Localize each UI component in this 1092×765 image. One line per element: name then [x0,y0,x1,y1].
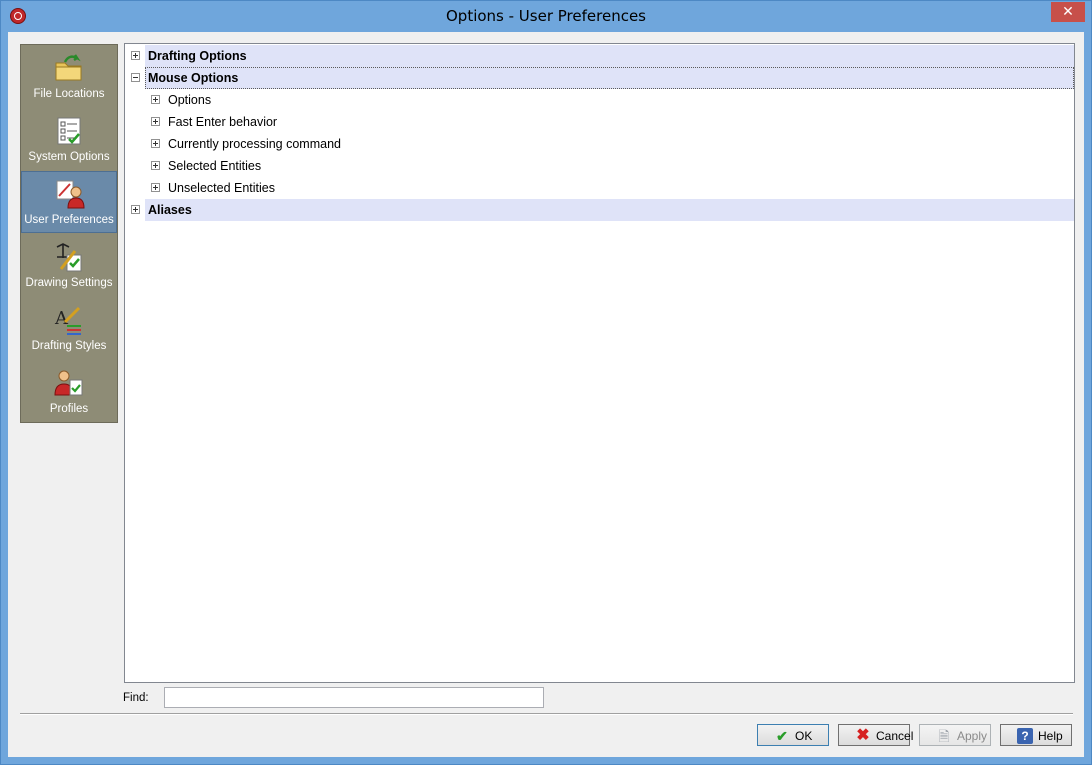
tree-node-label: Drafting Options [148,49,247,63]
folder-arrow-icon [55,54,82,81]
expand-plus-icon[interactable] [151,161,160,170]
tree-node-label: Currently processing command [168,137,341,151]
cancel-label: Cancel [876,729,914,743]
row-highlight [145,45,1074,67]
checklist-icon [57,117,81,145]
sidebar-item-label: Profiles [49,403,89,415]
drafting-styles-icon: A [54,306,81,335]
sidebar-item-file-locations[interactable]: File Locations [21,46,117,108]
cancel-x-icon: ✖ [856,727,870,744]
expand-plus-icon[interactable] [131,205,140,214]
sidebar-item-profiles[interactable]: Profiles [21,361,117,423]
title-bar[interactable]: Options - User Preferences ✕ [1,1,1091,31]
tree-node-selected-entities[interactable]: Selected Entities [125,155,1074,177]
help-question-icon: ? [1017,728,1033,744]
sidebar-item-drafting-styles[interactable]: A Drafting Styles [21,298,117,360]
tree-node-label: Mouse Options [148,71,239,85]
close-button[interactable]: ✕ [1051,2,1085,22]
tree-node-fast-enter-behavior[interactable]: Fast Enter behavior [125,111,1074,133]
drawing-settings-icon [56,243,82,272]
tree-node-drafting-options[interactable]: Drafting Options [125,45,1074,67]
sidebar-item-system-options[interactable]: System Options [21,109,117,171]
find-label: Find: [123,692,149,704]
tree-node-label: Selected Entities [168,159,262,173]
collapse-minus-icon[interactable] [131,73,140,82]
sidebar-item-label: System Options [28,151,110,163]
user-tools-icon [56,180,85,209]
tree-node-aliases[interactable]: Aliases [125,199,1074,221]
tree-node-mouse-options[interactable]: Mouse Options [125,67,1074,89]
expand-plus-icon[interactable] [151,183,160,192]
sidebar-item-drawing-settings[interactable]: Drawing Settings [21,235,117,297]
expand-plus-icon[interactable] [151,95,160,104]
ok-button[interactable]: ✔ OK [757,724,829,746]
divider [20,713,1073,715]
expand-plus-icon[interactable] [131,51,140,60]
options-tree: Drafting Options Mouse Options Options F… [124,43,1075,683]
expand-plus-icon[interactable] [151,117,160,126]
options-window: Options - User Preferences ✕ File Locati… [0,0,1092,765]
find-input[interactable] [164,687,544,708]
row-highlight [145,199,1074,221]
apply-button[interactable]: 🗎 Apply [919,724,991,746]
apply-document-icon: 🗎 [938,728,950,744]
tree-node-label: Unselected Entities [168,181,276,195]
sidebar-item-label: Drafting Styles [31,340,107,352]
help-button[interactable]: ? Help [1000,724,1072,746]
tree-node-label: Aliases [148,203,192,217]
profile-icon [54,370,83,396]
checkmark-icon: ✔ [776,728,788,744]
category-sidebar: File Locations System Options User Prefe… [20,44,118,423]
ok-label: OK [795,729,813,743]
tree-node-label: Fast Enter behavior [168,115,278,129]
tree-node-label: Options [168,93,212,107]
expand-plus-icon[interactable] [151,139,160,148]
sidebar-item-label: User Preferences [24,214,114,226]
help-label: Help [1038,729,1063,743]
dialog-client-area: File Locations System Options User Prefe… [8,32,1084,757]
window-title: Options - User Preferences [445,7,646,25]
tree-node-options[interactable]: Options [125,89,1074,111]
sidebar-item-label: Drawing Settings [25,277,113,289]
cancel-button[interactable]: ✖ Cancel [838,724,914,746]
row-highlight [145,67,1074,89]
tree-node-currently-processing-command[interactable]: Currently processing command [125,133,1074,155]
sidebar-item-user-preferences[interactable]: User Preferences [21,171,117,233]
apply-label: Apply [957,729,988,743]
sidebar-item-label: File Locations [33,88,105,100]
close-icon: ✕ [1062,4,1074,20]
tree-node-unselected-entities[interactable]: Unselected Entities [125,177,1074,199]
